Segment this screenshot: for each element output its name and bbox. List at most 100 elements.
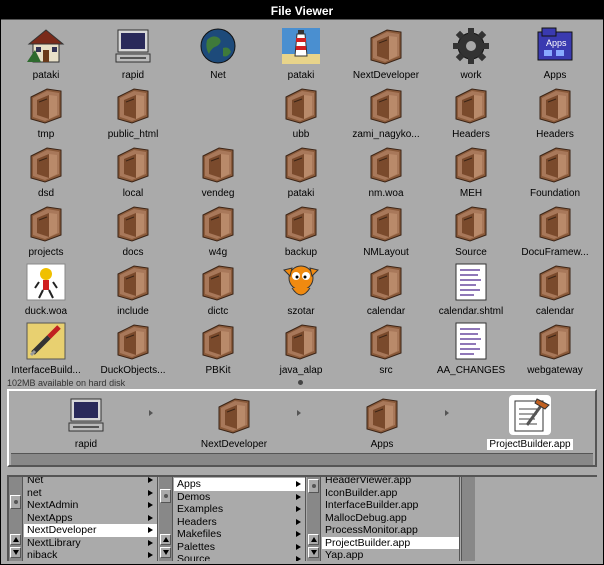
shelf-item-label: calendar: [366, 306, 406, 317]
folder-icon: [361, 395, 403, 435]
browser-row[interactable]: Apps: [174, 478, 305, 491]
shelf-item[interactable]: NextDeveloper: [344, 23, 428, 82]
shelf-item[interactable]: szotar: [259, 259, 343, 318]
shelf-item[interactable]: nm.woa: [344, 141, 428, 200]
shelf-item[interactable]: work: [429, 23, 513, 82]
shelf-item[interactable]: Foundation: [513, 141, 597, 200]
folder-icon: [280, 203, 322, 243]
path-item[interactable]: rapid: [31, 393, 141, 455]
shelf-item[interactable]: docs: [91, 200, 175, 259]
scroll-down-arrow-icon[interactable]: [308, 547, 319, 558]
browser-column[interactable]: Net net NextAdmin NextApps NextDeveloper Next…: [24, 477, 158, 561]
title-bar[interactable]: File Viewer: [1, 1, 603, 20]
vertical-scrollbar[interactable]: [9, 477, 23, 561]
shelf-item[interactable]: DocuFramew...: [513, 200, 597, 259]
browser-row[interactable]: Yap.app: [322, 549, 459, 561]
shelf-item[interactable]: tmp: [4, 82, 88, 141]
browser-row[interactable]: InterfaceBuilder.app: [322, 499, 459, 512]
shelf-item[interactable]: Net: [176, 23, 260, 82]
shelf-item[interactable]: NMLayout: [344, 200, 428, 259]
browser-row[interactable]: NextDeveloper: [24, 524, 157, 537]
browser-row[interactable]: NextApps: [24, 512, 157, 525]
shelf-item[interactable]: AA_CHANGES: [429, 318, 513, 377]
shelf-item[interactable]: dictc: [176, 259, 260, 318]
browser-row[interactable]: ProcessMonitor.app: [322, 524, 459, 537]
shelf-item[interactable]: PBKit: [176, 318, 260, 377]
shelf-item[interactable]: projects: [4, 200, 88, 259]
browser-row[interactable]: Source: [174, 553, 305, 561]
shelf-item[interactable]: Apps Apps: [513, 23, 597, 82]
folder-icon: [112, 262, 154, 302]
shelf-item[interactable]: webgateway: [513, 318, 597, 377]
shelf-item[interactable]: java_alap: [259, 318, 343, 377]
browser-row[interactable]: IconBuilder.app: [322, 487, 459, 500]
shelf-item[interactable]: ubb: [259, 82, 343, 141]
vertical-scrollbar[interactable]: [159, 477, 173, 561]
browser-row[interactable]: ProjectBuilder.app: [322, 536, 459, 549]
branch-arrow-icon: [296, 506, 301, 512]
scroll-knob[interactable]: [308, 479, 319, 493]
shelf-item[interactable]: local: [91, 141, 175, 200]
shelf-item[interactable]: InterfaceBuild...: [4, 318, 88, 377]
path-item[interactable]: Apps: [327, 393, 437, 455]
shelf-item[interactable]: MEH: [429, 141, 513, 200]
browser-column[interactable]: Apps Demos Examples Headers Makefiles Palette…: [174, 477, 306, 561]
shelf-item[interactable]: w4g: [176, 200, 260, 259]
browser-row[interactable]: Headers: [174, 516, 305, 529]
browser-row[interactable]: NextLibrary: [24, 537, 157, 550]
scroll-up-arrow-icon[interactable]: [308, 534, 319, 545]
project-builder-icon: [509, 395, 551, 435]
shelf-item[interactable]: rapid: [91, 23, 175, 82]
scroll-up-arrow-icon[interactable]: [10, 534, 21, 545]
browser-row[interactable]: NextAdmin: [24, 499, 157, 512]
path-item-label: rapid: [74, 439, 98, 450]
browser-row[interactable]: Examples: [174, 503, 305, 516]
shelf-item[interactable]: zami_nagyko...: [344, 82, 428, 141]
browser-row[interactable]: HeaderViewer.app: [322, 477, 459, 487]
shelf-item[interactable]: Headers: [513, 82, 597, 141]
shelf-item[interactable]: pataki: [259, 23, 343, 82]
shelf-item[interactable]: dsd: [4, 141, 88, 200]
shelf-item-label: zami_nagyko...: [352, 129, 420, 140]
scroll-knob[interactable]: [160, 489, 171, 503]
browser-row[interactable]: Makefiles: [174, 528, 305, 541]
shelf-item[interactable]: pataki: [259, 141, 343, 200]
browser-row[interactable]: net: [24, 487, 157, 500]
shelf-item[interactable]: vendeg: [176, 141, 260, 200]
shelf-item[interactable]: calendar.shtml: [429, 259, 513, 318]
shelf-item[interactable]: calendar: [344, 259, 428, 318]
shelf-item[interactable]: backup: [259, 200, 343, 259]
browser-row[interactable]: MallocDebug.app: [322, 512, 459, 525]
folder-icon: [534, 144, 576, 184]
shelf-item[interactable]: Headers: [429, 82, 513, 141]
vertical-scrollbar[interactable]: [307, 477, 321, 561]
browser-row-label: Headers: [177, 515, 217, 528]
browser-row[interactable]: Demos: [174, 491, 305, 504]
scroll-down-arrow-icon[interactable]: [160, 547, 171, 558]
path-item[interactable]: NextDeveloper: [179, 393, 289, 455]
scroll-up-arrow-icon[interactable]: [160, 534, 171, 545]
shelf-item[interactable]: public_html: [91, 82, 175, 141]
shelf-item[interactable]: src: [344, 318, 428, 377]
path-item[interactable]: ProjectBuilder.app: [475, 393, 585, 455]
vertical-scrollbar[interactable]: [461, 477, 475, 561]
folder-icon: [280, 321, 322, 361]
empty-browser-column: [461, 477, 597, 561]
scroll-down-arrow-icon[interactable]: [10, 547, 21, 558]
shelf-item-label: Source: [455, 247, 487, 258]
shelf-resize-handle[interactable]: [298, 380, 303, 385]
browser-row[interactable]: niback: [24, 549, 157, 561]
browser-row[interactable]: Net: [24, 477, 157, 487]
scroll-knob[interactable]: [10, 495, 21, 509]
shelf-item[interactable]: Source: [429, 200, 513, 259]
folder-icon: [534, 85, 576, 125]
browser-row[interactable]: Palettes: [174, 541, 305, 554]
browser-column[interactable]: HeaderViewer.app IconBuilder.app Interface…: [322, 477, 460, 561]
shelf-item[interactable]: duck.woa: [4, 259, 88, 318]
branch-arrow-icon: [148, 539, 153, 546]
shelf-item[interactable]: include: [91, 259, 175, 318]
shelf-item[interactable]: calendar: [513, 259, 597, 318]
browser-row-label: IconBuilder.app: [325, 486, 398, 499]
shelf-item[interactable]: pataki: [4, 23, 88, 82]
shelf-item[interactable]: DuckObjects...: [91, 318, 175, 377]
